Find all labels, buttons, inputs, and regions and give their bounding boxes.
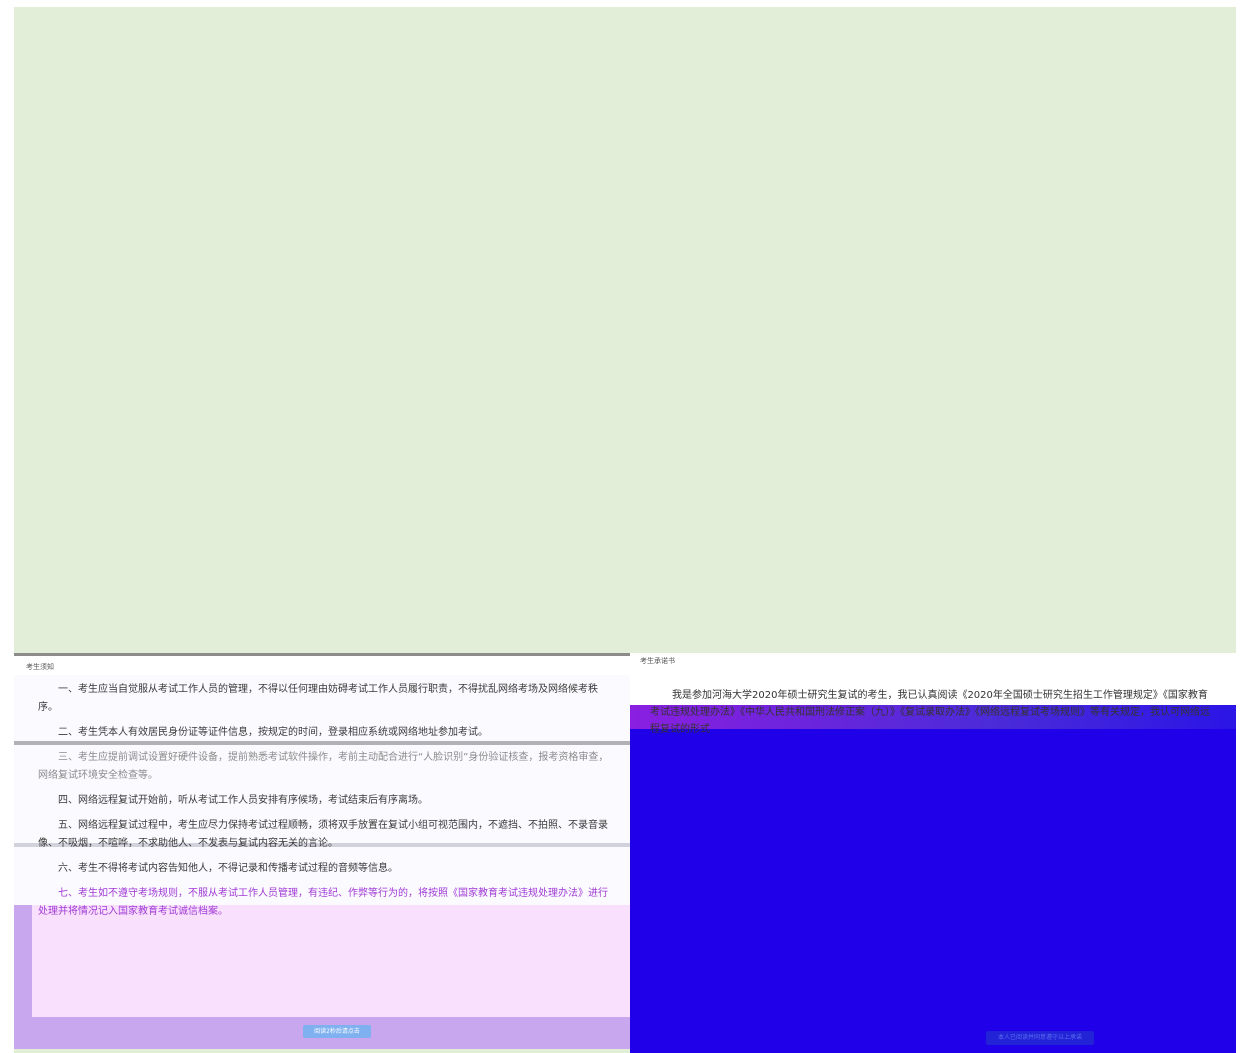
pledge-title: 考生承诺书 [630,653,1236,669]
notice-item: 二、考生凭本人有效居民身份证等证件信息，按规定的时间，登录相应系统或网络地址参加… [58,727,488,738]
agree-pledge-button[interactable]: 本人已阅读并同意遵守以上承诺 [986,1031,1094,1045]
exam-notice-panel: 考生须知 一、考生应当自觉服从考试工作人员的管理，不得以任何理由妨碍考试工作人员… [14,653,630,1049]
pledge-body: 我是参加河海大学2020年硕士研究生复试的考生，我已认真阅读《2020年全国硕士… [650,687,1216,738]
notice-item: 一、考生应当自觉服从考试工作人员的管理，不得以任何理由妨碍考试工作人员履行职责，… [38,684,598,713]
pledge-text: 我是参加河海大学2020年硕士研究生复试的考生，我已认真阅读《2020年全国硕士… [650,690,1210,735]
confirm-read-button[interactable]: 阅读2秒后请点击 [303,1025,371,1038]
notice-body: 一、考生应当自觉服从考试工作人员的管理，不得以任何理由妨碍考试工作人员履行职责，… [14,681,630,928]
notice-title: 考生须知 [14,653,630,675]
notice-item: 三、考生应提前调试设置好硬件设备，提前熟悉考试软件操作，考前主动配合进行“人脸识… [38,752,609,781]
notice-item: 五、网络远程复试过程中，考生应尽力保持考试过程顺畅，须将双手放置在复试小组可视范… [38,820,608,849]
notice-item: 七、考生如不遵守考场规则，不服从考试工作人员管理，有违纪、作弊等行为的，将按照《… [38,888,608,917]
notice-item: 六、考生不得将考试内容告知他人，不得记录和传播考试过程的音频等信息。 [58,863,398,874]
notice-item: 四、网络远程复试开始前，听从考试工作人员安排有序候场，考试结束后有序离场。 [58,795,428,806]
exam-pledge-panel: 考生承诺书 我是参加河海大学2020年硕士研究生复试的考生，我已认真阅读《202… [630,653,1236,1053]
